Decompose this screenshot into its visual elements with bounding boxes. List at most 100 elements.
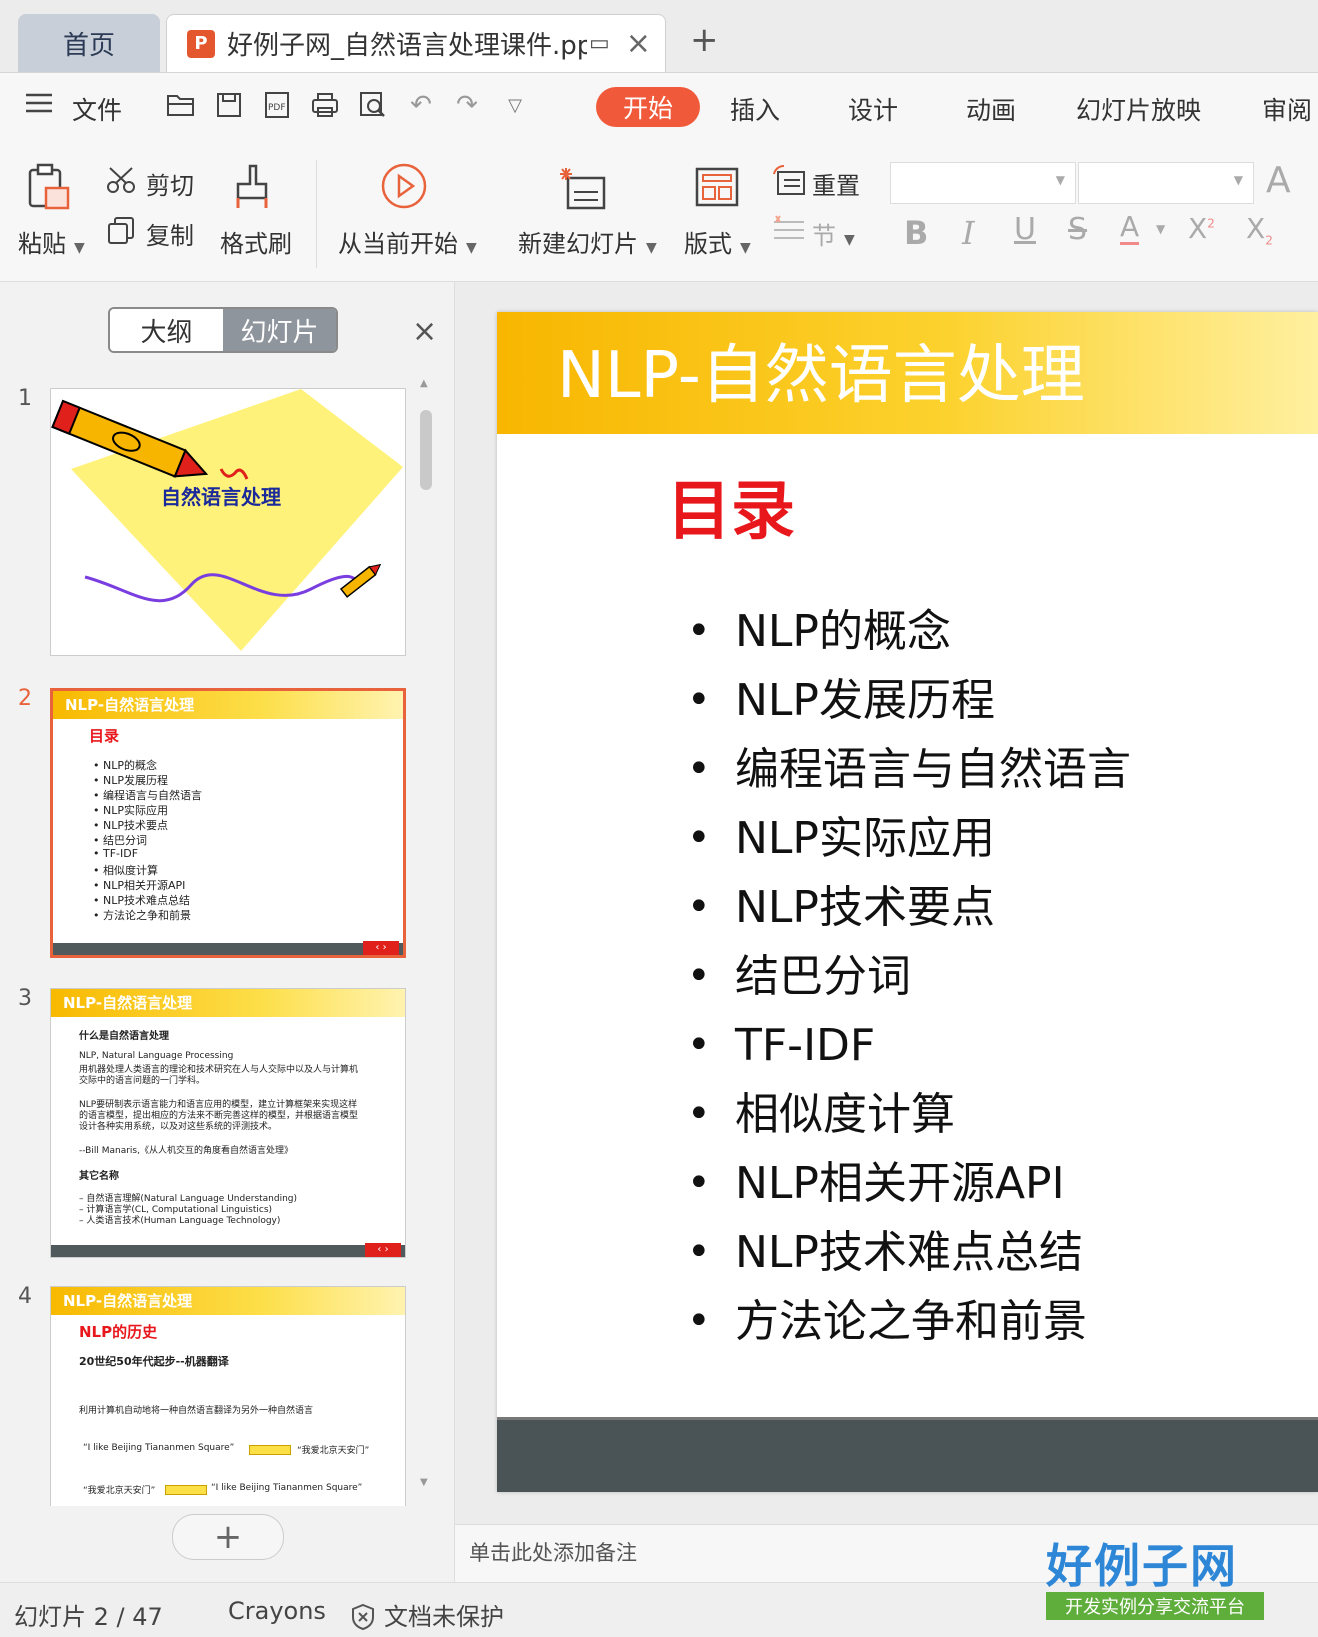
print-icon[interactable]	[310, 90, 340, 120]
slides-view-tab[interactable]: 幻灯片	[223, 309, 336, 351]
layout-icon[interactable]	[694, 166, 740, 212]
thumbnail-toc-item: • NLP实际应用	[93, 804, 168, 817]
export-pdf-icon[interactable]: PDF	[262, 90, 292, 120]
thumbnail-text: “I like Beijing Tiananmen Square”	[83, 1443, 235, 1453]
thumbnail-nav-arrows: ‹ ›	[363, 941, 399, 955]
font-name-dropdown-icon: ▼	[1055, 173, 1065, 187]
toc-item: NLP相关开源API	[687, 1149, 1131, 1218]
paste-dropdown-icon[interactable]: ▼	[74, 240, 85, 256]
format-painter-button[interactable]: 格式刷	[220, 224, 292, 259]
redo-icon[interactable]: ↷	[452, 90, 482, 120]
reset-icon[interactable]	[772, 164, 806, 200]
tab-start[interactable]: 开始	[596, 87, 700, 127]
thumbnail-toc-item: • 结巴分词	[93, 834, 147, 847]
tab-insert[interactable]: 插入	[730, 73, 780, 145]
thumbnail-text: “我爱北京天安门”	[83, 1486, 156, 1496]
paste-icon[interactable]	[26, 162, 72, 216]
play-circle-icon[interactable]	[380, 162, 428, 214]
tab-slideshow[interactable]: 幻灯片放映	[1076, 73, 1201, 145]
thumbnail-toc-item: • TF-IDF	[93, 847, 139, 860]
slide-thumbnail-3[interactable]: NLP-自然语言处理 什么是自然语言处理 NLP, Natural Langua…	[50, 988, 406, 1258]
scroll-down-icon[interactable]: ▼	[420, 1477, 428, 1488]
new-slide-button[interactable]: 新建幻灯片 ▼	[518, 224, 657, 259]
font-size-select[interactable]: ▼	[1078, 162, 1254, 204]
hamburger-menu-icon[interactable]	[24, 88, 54, 122]
toc-item: NLP发展历程	[687, 666, 1131, 735]
tab-home[interactable]: 首页	[18, 14, 160, 72]
arrow-right-icon	[249, 1445, 291, 1455]
slide-title[interactable]: NLP-自然语言处理	[557, 324, 1085, 416]
layout-dropdown-icon[interactable]: ▼	[740, 240, 751, 256]
tab-animation[interactable]: 动画	[966, 73, 1016, 145]
thumbnail-toc-text: NLP的概念	[103, 759, 157, 772]
new-slide-icon[interactable]	[558, 164, 608, 216]
font-color-dropdown-icon[interactable]: ▼	[1156, 222, 1165, 236]
document-protection-status[interactable]: 文档未保护	[350, 1597, 504, 1632]
scroll-up-icon[interactable]: ▲	[420, 378, 428, 389]
current-slide[interactable]: NLP-自然语言处理 目录 NLP的概念 NLP发展历程 编程语言与自然语言 N…	[497, 312, 1318, 1492]
toc-heading[interactable]: 目录	[667, 460, 795, 552]
toc-list[interactable]: NLP的概念 NLP发展历程 编程语言与自然语言 NLP实际应用 NLP技术要点…	[687, 597, 1131, 1356]
format-painter-icon[interactable]	[232, 162, 272, 216]
new-tab-button[interactable]: +	[690, 20, 719, 60]
thumbnail-toc-item: • NLP技术要点	[93, 819, 168, 832]
tab-review[interactable]: 审阅	[1262, 73, 1318, 145]
font-color-icon[interactable]: A	[1120, 212, 1140, 245]
slide-thumbnail-2[interactable]: NLP-自然语言处理 目录 • NLP的概念 • NLP发展历程 • 编程语言与…	[50, 688, 406, 958]
underline-icon[interactable]: U	[1014, 212, 1036, 247]
paste-button[interactable]: 粘贴 ▼	[18, 224, 85, 259]
toc-item: TF-IDF	[687, 1011, 1131, 1080]
play-dropdown-icon[interactable]: ▼	[466, 240, 477, 256]
copy-icon[interactable]	[106, 215, 136, 249]
new-slide-dropdown-icon[interactable]: ▼	[646, 240, 657, 256]
thumbnail-toc-text: TF-IDF	[103, 847, 139, 860]
tab-design[interactable]: 设计	[848, 73, 898, 145]
play-from-current-button[interactable]: 从当前开始 ▼	[338, 224, 477, 259]
customize-toolbar-icon[interactable]: ▽	[500, 90, 530, 120]
section-button[interactable]: 节 ▼	[812, 216, 855, 251]
slide-thumbnail-1[interactable]: 自然语言处理	[50, 388, 406, 656]
reset-button[interactable]: 重置	[812, 166, 860, 201]
cut-button[interactable]: 剪切	[146, 166, 194, 201]
thumbnail-bar-title: NLP-自然语言处理	[63, 1292, 193, 1310]
ppt-file-icon: P	[187, 29, 215, 58]
subscript-icon[interactable]: X2	[1246, 212, 1273, 248]
tab-document[interactable]: P 好例子网_自然语言处理课件.ppt ▭ ×	[166, 14, 666, 72]
thumbnail-text: “我爱北京天安门”	[297, 1446, 370, 1456]
scrollbar-thumb[interactable]	[420, 410, 432, 490]
superscript-icon[interactable]: X2	[1188, 212, 1215, 245]
scissors-icon[interactable]	[106, 166, 136, 198]
strikethrough-icon[interactable]: S	[1068, 212, 1087, 247]
print-preview-icon[interactable]	[358, 90, 388, 120]
close-tab-icon[interactable]: ×	[626, 26, 651, 61]
slide-title-bar: NLP-自然语言处理	[497, 312, 1318, 434]
section-icon[interactable]	[772, 214, 806, 250]
font-name-select[interactable]: ▼	[890, 162, 1076, 204]
shield-icon	[352, 1603, 374, 1631]
thumbnail-toc-text: NLP技术难点总结	[103, 894, 190, 907]
slide-thumbnail-4[interactable]: NLP-自然语言处理 NLP的历史 20世纪50年代起步--机器翻译 利用计算机…	[50, 1286, 406, 1506]
bold-icon[interactable]: B	[904, 214, 928, 252]
open-folder-icon[interactable]	[166, 90, 196, 120]
thumbnail-text: 其它名称	[79, 1171, 119, 1182]
thumbnail-bar-title: NLP-自然语言处理	[63, 994, 193, 1012]
thumbnail-scrollbar[interactable]: ▲ ▼	[418, 378, 434, 1488]
save-icon[interactable]	[214, 90, 244, 120]
section-dropdown-icon[interactable]: ▼	[844, 232, 855, 248]
slide-counter: 幻灯片 2 / 47	[14, 1603, 163, 1631]
thumbnail-text: --Bill Manaris,《从人机交互的角度看自然语言处理》	[79, 1146, 293, 1156]
outline-view-tab[interactable]: 大纲	[110, 309, 223, 351]
thumbnail-text: 利用计算机自动地将一种自然语言翻译为另外一种自然语言	[79, 1406, 314, 1416]
thumbnail-title-bar: NLP-自然语言处理	[53, 691, 403, 719]
thumbnail-toc-item: • NLP相关开源API	[93, 879, 186, 892]
monitor-icon[interactable]: ▭	[589, 31, 610, 56]
add-slide-button[interactable]: +	[172, 1514, 284, 1560]
layout-button[interactable]: 版式 ▼	[684, 224, 751, 259]
increase-font-icon[interactable]: A	[1266, 160, 1291, 201]
copy-button[interactable]: 复制	[146, 216, 194, 251]
thumbnail-heading: 目录	[89, 727, 120, 745]
file-menu[interactable]: 文件	[72, 73, 122, 145]
undo-icon[interactable]: ↶	[406, 90, 436, 120]
close-panel-icon[interactable]: ×	[412, 314, 437, 349]
italic-icon[interactable]: I	[962, 214, 975, 252]
